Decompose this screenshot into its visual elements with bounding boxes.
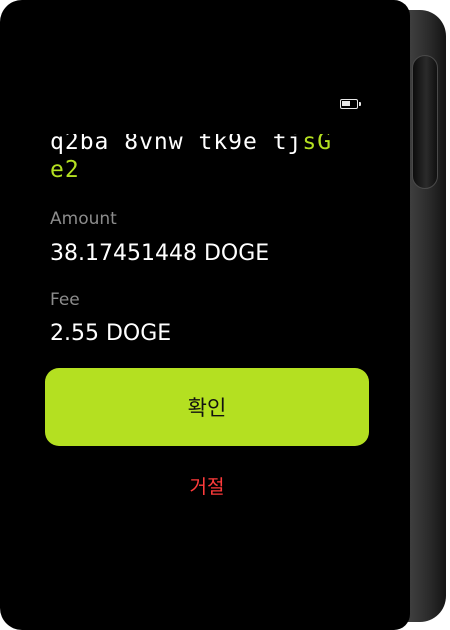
- reject-button[interactable]: 거절: [150, 468, 264, 502]
- address-line-1-highlight: sG: [302, 129, 333, 155]
- recipient-address: q2ba 8vnw tk9e tjsG e2: [50, 128, 370, 184]
- device-screen: q2ba 8vnw tk9e tjsG e2 Amount 38.1745144…: [0, 0, 410, 630]
- amount-label: Amount: [50, 209, 117, 229]
- address-line-1: q2ba 8vnw tk9e tjsG: [50, 129, 370, 156]
- fee-value: 2.55 DOGE: [50, 321, 172, 346]
- address-line-2: e2: [50, 157, 80, 183]
- amount-value: 38.17451448 DOGE: [50, 241, 270, 266]
- hardware-wallet-device: q2ba 8vnw tk9e tjsG e2 Amount 38.1745144…: [0, 0, 450, 630]
- battery-level: [342, 101, 350, 106]
- confirm-button[interactable]: 확인: [45, 368, 369, 446]
- fee-label: Fee: [50, 290, 80, 310]
- address-line-1-text: q2ba 8vnw tk9e tj: [50, 129, 303, 155]
- device-side-button[interactable]: [412, 55, 438, 189]
- battery-icon: [340, 99, 361, 109]
